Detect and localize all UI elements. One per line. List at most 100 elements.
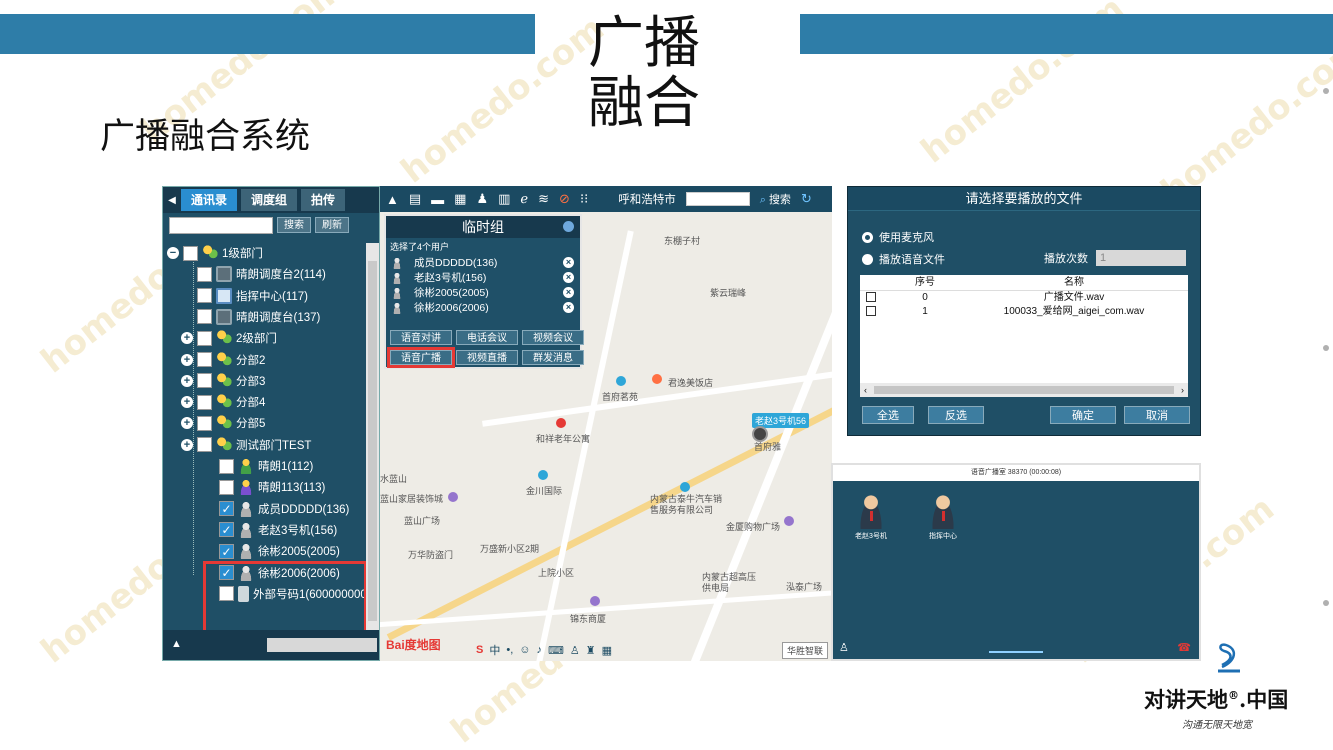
cancel-button[interactable]: 取消 (1124, 406, 1190, 424)
contacts-filter-select[interactable] (267, 638, 377, 652)
map-poi[interactable]: 内蒙古泰牛汽车销售服务有限公司 (650, 494, 730, 516)
map-pin-icon[interactable] (616, 376, 626, 386)
tree-checkbox[interactable] (197, 373, 212, 389)
map-search-button[interactable]: ⌕ 搜索 (760, 191, 791, 207)
ime-chinese-icon[interactable]: 中 (489, 642, 500, 658)
grid-icon[interactable]: ⁝⁝ (580, 191, 588, 207)
tree-item[interactable]: + 分部4 (181, 392, 265, 412)
remove-member-icon[interactable]: × (563, 272, 574, 283)
map-poi[interactable]: 锦东商厦 (570, 612, 606, 625)
expand-icon[interactable]: + (181, 417, 193, 430)
participant[interactable]: 指挥中心 (919, 493, 967, 541)
tree-item[interactable]: 晴朗1(112) (219, 456, 313, 476)
close-icon[interactable] (563, 221, 574, 232)
mass-message-button[interactable]: 群发消息 (522, 350, 584, 365)
map-poi[interactable]: 紫云瑞峰 (710, 286, 746, 299)
map-poi[interactable]: 蓝山广场 (404, 514, 440, 527)
ok-button[interactable]: 确定 (1050, 406, 1116, 424)
tree-checkbox[interactable]: ✓ (219, 543, 234, 559)
book-icon[interactable]: ▤ (409, 191, 421, 207)
signal-icon[interactable]: ≋ (538, 191, 549, 207)
tab-contacts[interactable]: 通讯录 (181, 189, 238, 211)
tree-item[interactable]: + 分部5 (181, 413, 265, 433)
emoji-icon[interactable]: ☺ (519, 644, 530, 656)
tree-item[interactable]: − 1级部门 (167, 243, 263, 263)
map-pin-icon[interactable] (680, 482, 690, 492)
map-search-input[interactable] (685, 192, 750, 206)
refresh-icon[interactable]: ↻ (801, 191, 812, 207)
file-table-hscroll[interactable]: ‹ › (860, 383, 1188, 397)
no-entry-icon[interactable]: ⊘ (559, 191, 570, 207)
tree-checkbox[interactable] (197, 266, 212, 282)
map-pin-icon[interactable] (556, 418, 566, 428)
scroll-left-icon[interactable]: ‹ (864, 383, 867, 397)
expand-icon[interactable]: + (181, 374, 193, 387)
map-poi[interactable]: 首府茗苑 (602, 390, 638, 403)
collapse-icon[interactable]: − (167, 247, 179, 259)
map-pin-icon[interactable] (448, 492, 458, 502)
video-live-button[interactable]: 视频直播 (456, 350, 518, 365)
file-row[interactable]: 0 广播文件.wav (860, 291, 1188, 305)
file-row[interactable]: 1 100033_爱给网_aigei_com.wav (860, 305, 1188, 319)
use-mic-option[interactable]: 使用麦克风 (862, 229, 934, 245)
tree-checkbox[interactable] (197, 352, 212, 367)
apps-icon[interactable]: ▦ (602, 644, 612, 657)
play-file-option[interactable]: 播放语音文件 (862, 251, 945, 267)
tree-item[interactable]: 晴朗调度台(137) (197, 307, 320, 327)
scroll-right-icon[interactable]: › (1181, 383, 1184, 397)
map-poi[interactable]: 泓泰广场 (786, 580, 822, 593)
punctuation-icon[interactable]: •, (506, 644, 513, 656)
tree-checkbox[interactable]: ✓ (219, 501, 234, 517)
tree-checkbox[interactable] (219, 458, 234, 474)
radio-icon[interactable] (862, 253, 873, 265)
tree-checkbox[interactable] (197, 330, 212, 346)
users-icon[interactable]: ♟ (476, 191, 488, 207)
radio-selected-icon[interactable] (862, 231, 873, 243)
phone-conference-button[interactable]: 电话会议 (456, 330, 518, 345)
mic-icon[interactable]: ♪ (537, 644, 543, 656)
browser-icon[interactable]: ℯ (520, 191, 528, 207)
expand-icon[interactable]: + (181, 396, 193, 409)
tab-prev-arrow-icon[interactable]: ◀ (163, 195, 181, 206)
select-all-button[interactable]: 全选 (862, 406, 914, 424)
hangup-icon[interactable]: ☎ (1177, 641, 1191, 654)
map-poi[interactable]: 水蓝山 (380, 472, 407, 485)
tree-item[interactable]: ✓ 徐彬2005(2005) (219, 541, 340, 561)
collapse-up-icon[interactable]: ▲ (171, 638, 182, 650)
sogou-icon[interactable]: S (476, 644, 483, 656)
tree-checkbox[interactable] (197, 437, 212, 453)
map-poi[interactable]: 金川国际 (526, 484, 562, 497)
file-checkbox[interactable] (866, 292, 876, 303)
tree-item[interactable]: + 测试部门TEST (181, 435, 311, 455)
map-poi[interactable]: 内蒙古超高压供电局 (702, 572, 762, 594)
contacts-refresh-button[interactable]: 刷新 (315, 217, 349, 233)
tree-item[interactable]: 晴朗113(113) (219, 477, 325, 497)
tree-checkbox[interactable]: ✓ (219, 522, 234, 538)
tree-checkbox[interactable] (197, 309, 212, 325)
map-poi[interactable]: 上院小区 (538, 566, 574, 579)
video-conference-button[interactable]: 视频会议 (522, 330, 584, 345)
map-poi[interactable]: 万华防盗门 (408, 548, 453, 561)
expand-icon[interactable]: + (181, 438, 193, 451)
remove-member-icon[interactable]: × (563, 257, 574, 268)
expand-icon[interactable]: + (181, 332, 193, 345)
tree-item[interactable]: ✓ 老赵3号机(156) (219, 520, 337, 540)
tree-checkbox[interactable] (197, 394, 212, 410)
user-icon[interactable]: ♙ (839, 641, 849, 654)
map-pin-icon[interactable] (784, 516, 794, 526)
tree-item[interactable]: +2级部门 (181, 328, 277, 348)
tree-item[interactable]: + 分部2 (181, 350, 265, 370)
map-poi[interactable]: 蓝山家居装饰城 (380, 492, 443, 505)
tree-checkbox[interactable] (197, 288, 212, 304)
map-pin-icon[interactable] (652, 374, 662, 384)
remove-member-icon[interactable]: × (563, 287, 574, 298)
tab-dispatch-group[interactable]: 调度组 (241, 189, 298, 211)
map-poi[interactable]: 东棚子村 (664, 234, 700, 247)
shirt-icon[interactable]: ♜ (586, 644, 596, 657)
message-icon[interactable]: ▬ (431, 192, 444, 207)
tree-item[interactable]: 晴朗调度台2(114) (197, 264, 326, 284)
contacts-search-button[interactable]: 搜索 (277, 217, 311, 233)
chart-icon[interactable]: ▦ (454, 191, 466, 207)
participant[interactable]: 老赵3号机 (847, 493, 895, 541)
play-count-select[interactable]: 1 (1096, 250, 1186, 266)
